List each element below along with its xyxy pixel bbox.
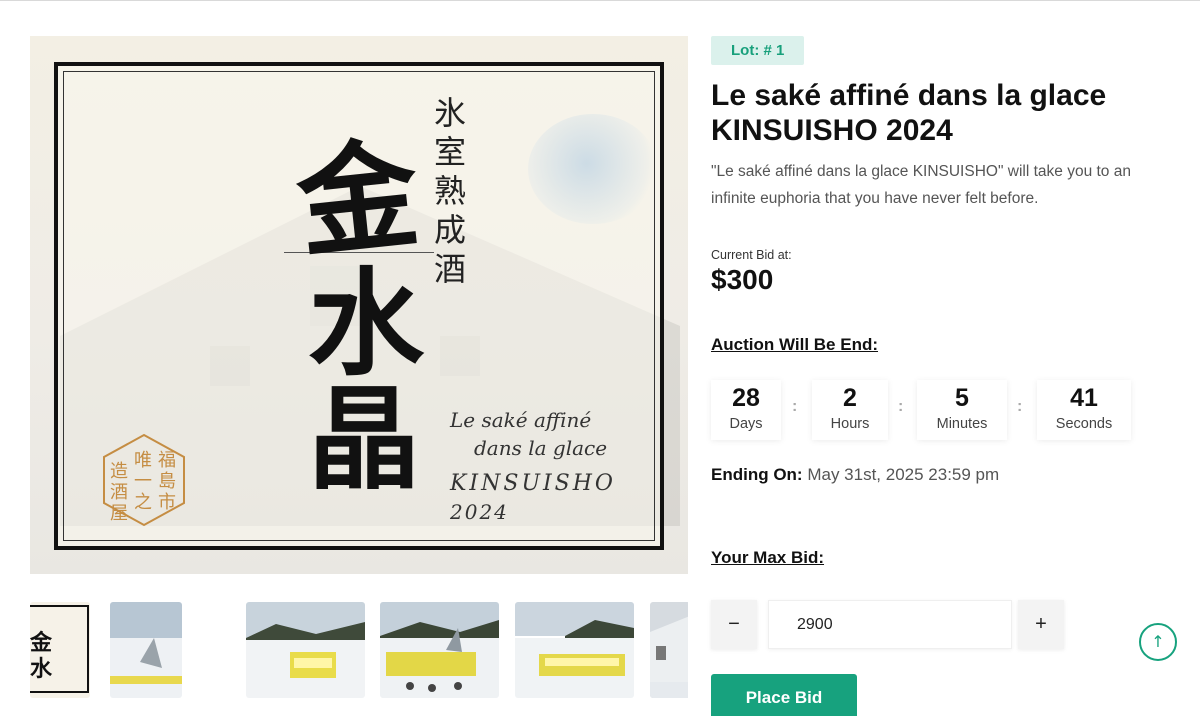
main-product-image[interactable]: 氷室熟成酒 金 水 晶 Le saké affiné dans la glace…	[30, 36, 688, 574]
current-bid-value: $300	[711, 264, 774, 295]
place-bid-button[interactable]: Place Bid	[711, 674, 857, 716]
ending-on-label: Ending On:	[711, 465, 803, 484]
thumbnail-snow-2[interactable]	[246, 602, 365, 698]
svg-text:酒: 酒	[110, 482, 128, 503]
countdown-separator: :	[792, 398, 798, 415]
script-line-3: KINSUISHO	[450, 471, 616, 496]
countdown-days-unit: Days	[729, 416, 763, 432]
countdown-minutes-unit: Minutes	[936, 416, 988, 432]
svg-text:唯: 唯	[134, 450, 152, 471]
ending-on: Ending On: May 31st, 2025 23:59 pm	[711, 465, 999, 485]
ending-on-value: May 31st, 2025 23:59 pm	[807, 465, 1000, 484]
scroll-to-top-button[interactable]: ↑	[1139, 623, 1177, 661]
countdown-timer: 28 Days : 2 Hours : 5 Minutes : 41 Secon…	[711, 380, 1141, 440]
label-script: Le saké affiné dans la glace KINSUISHO 2…	[450, 406, 650, 526]
svg-text:福: 福	[158, 450, 176, 471]
moon-graphic	[528, 114, 658, 224]
script-line-1: Le saké affiné	[450, 408, 592, 432]
max-bid-heading: Your Max Bid:	[711, 548, 825, 567]
auction-end-heading: Auction Will Be End:	[711, 335, 879, 354]
countdown-minutes-value: 5	[955, 384, 969, 412]
countdown-minutes: 5 Minutes	[917, 380, 1007, 440]
thumbnail-label[interactable]: 金 水	[30, 602, 90, 698]
svg-text:之: 之	[134, 492, 152, 513]
thumbnail-building[interactable]	[650, 602, 688, 698]
svg-text:造: 造	[110, 461, 128, 482]
script-line-2: dans la glace	[474, 436, 608, 460]
decrement-button[interactable]: −	[711, 600, 757, 649]
script-line-4: 2024	[450, 500, 509, 524]
svg-text:屋: 屋	[110, 503, 128, 524]
label-char-2: 水	[308, 256, 424, 392]
thumbnail-snow-1[interactable]	[110, 602, 182, 698]
current-bid-label: Current Bid at:	[711, 248, 792, 262]
thumbnail-snow-4[interactable]	[515, 602, 634, 698]
countdown-separator: :	[898, 398, 904, 415]
countdown-seconds-unit: Seconds	[1055, 416, 1113, 432]
thumbnail-strip: 金 水	[30, 602, 688, 698]
svg-text:一: 一	[134, 471, 152, 492]
countdown-days: 28 Days	[711, 380, 781, 440]
sake-label: 氷室熟成酒 金 水 晶 Le saké affiné dans la glace…	[54, 62, 664, 550]
lot-badge: Lot: # 1	[711, 36, 805, 65]
svg-text:水: 水	[30, 656, 53, 682]
svg-text:島: 島	[158, 471, 176, 492]
thumbnail-snow-3[interactable]	[380, 602, 499, 698]
countdown-hours-unit: Hours	[830, 416, 870, 432]
countdown-hours-value: 2	[843, 384, 857, 412]
max-bid-input[interactable]	[768, 600, 1012, 649]
countdown-seconds: 41 Seconds	[1037, 380, 1131, 440]
svg-text:市: 市	[158, 492, 176, 513]
label-char-1: 金	[290, 123, 425, 276]
product-description: "Le saké affiné dans la glace KINSUISHO"…	[711, 163, 1131, 207]
brewery-seal: 福 島 市 唯 一 之 造 酒 屋	[103, 433, 185, 527]
label-vertical-text: 氷室熟成酒	[433, 94, 466, 288]
arrow-up-icon: ↑	[1151, 632, 1165, 651]
increment-button[interactable]: +	[1018, 600, 1064, 649]
top-divider	[0, 0, 1200, 1]
countdown-separator: :	[1017, 398, 1023, 415]
product-title: Le saké affiné dans la glace KINSUISHO 2…	[711, 79, 1107, 147]
label-char-3: 晶	[308, 374, 420, 505]
svg-text:金: 金	[30, 630, 53, 656]
countdown-seconds-value: 41	[1070, 384, 1098, 412]
countdown-days-value: 28	[732, 384, 760, 412]
countdown-hours: 2 Hours	[812, 380, 888, 440]
